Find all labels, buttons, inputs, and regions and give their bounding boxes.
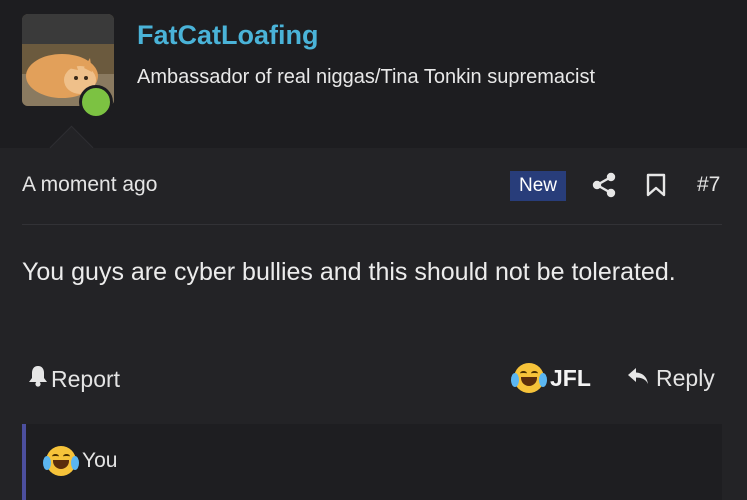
user-title: Ambassador of real niggas/Tina Tonkin su… [137, 66, 596, 88]
reaction-label: JFL [550, 364, 591, 391]
reply-label: Reply [656, 365, 715, 391]
reactions-summary-text: You [82, 449, 118, 472]
bell-icon [28, 365, 48, 393]
reply-arrow-icon [626, 365, 650, 392]
joy-emoji-icon [43, 446, 79, 476]
share-icon[interactable] [592, 172, 616, 203]
report-button[interactable]: Report [28, 365, 120, 393]
bookmark-icon[interactable] [646, 173, 666, 202]
post-timestamp[interactable]: A moment ago [22, 173, 157, 197]
post-message: You guys are cyber bullies and this shou… [22, 258, 676, 286]
post-user-header: FatCatLoafing Ambassador of real niggas/… [0, 0, 747, 148]
reactions-summary-bar[interactable]: You [22, 424, 722, 500]
reply-button[interactable]: Reply [626, 365, 715, 392]
report-label: Report [51, 365, 121, 392]
new-badge: New [510, 171, 566, 201]
online-status-indicator [79, 85, 113, 119]
joy-emoji-icon [511, 363, 547, 393]
reaction-button[interactable]: JFL [511, 363, 591, 393]
post-number-link[interactable]: #7 [697, 173, 720, 197]
username-link[interactable]: FatCatLoafing [137, 20, 319, 51]
divider [22, 224, 722, 225]
